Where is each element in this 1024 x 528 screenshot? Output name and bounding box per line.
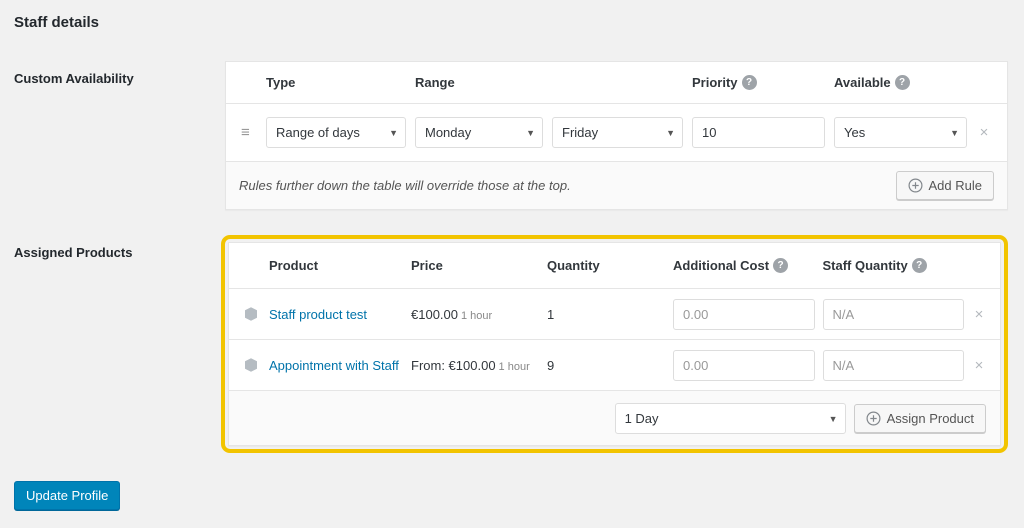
availability-rule-row: ≡ Range of days ▼ Monday ▼ Friday ▼ 10 Y… <box>226 104 1007 162</box>
priority-input[interactable] <box>692 117 825 148</box>
custom-availability-table: Type Range Priority ? Available ? ≡ Rang… <box>225 61 1008 210</box>
column-header-additional-cost: Additional Cost ? <box>673 258 815 273</box>
column-header-staff-quantity: Staff Quantity ? <box>823 258 965 273</box>
chevron-down-icon: ▼ <box>389 128 398 138</box>
chevron-down-icon: ▼ <box>828 413 838 424</box>
available-help-icon[interactable]: ? <box>894 75 910 90</box>
chevron-down-icon: ▼ <box>526 128 535 138</box>
staff-quantity-input[interactable] <box>822 298 964 330</box>
product-row: Staff product test €100.001 hour 1 × <box>229 289 1000 340</box>
staff-quantity-input[interactable] <box>822 349 964 381</box>
staff-quantity-header-label: Staff Quantity <box>822 258 908 273</box>
product-quantity: 9 <box>547 357 555 373</box>
price-amount: From: €100.00 <box>411 357 496 373</box>
column-header-range: Range <box>415 75 455 90</box>
assign-product-label: Assign Product <box>886 410 974 426</box>
column-header-type: Type <box>266 75 296 90</box>
custom-availability-label: Custom Availability <box>14 71 134 86</box>
page-title: Staff details <box>14 14 100 31</box>
form-actions: Update Profile <box>14 481 1008 510</box>
custom-availability-header-row: Type Range Priority ? Available ? <box>226 62 1007 104</box>
remove-product-button[interactable]: × <box>972 307 986 322</box>
remove-product-button[interactable]: × <box>972 358 986 373</box>
additional-cost-help-icon[interactable]: ? <box>773 258 789 273</box>
rule-type-select[interactable]: Range of days ▼ <box>266 117 406 148</box>
staff-details-page: Staff details Custom Availability Type R… <box>0 0 1024 510</box>
yellow-highlight-annotation: Product Price Quantity Additional Cost ?… <box>221 235 1008 453</box>
custom-availability-footer: Rules further down the table will overri… <box>226 162 1007 209</box>
column-header-priority: Priority ? <box>692 75 825 90</box>
chevron-down-icon: ▼ <box>666 128 675 138</box>
custom-availability-content: Type Range Priority ? Available ? ≡ Rang… <box>225 61 1008 210</box>
rule-type-value: Range of days <box>276 125 360 140</box>
column-header-quantity: Quantity <box>547 258 600 273</box>
plus-circle-icon <box>866 410 881 426</box>
range-from-select[interactable]: Monday ▼ <box>415 117 543 148</box>
range-to-select[interactable]: Friday ▼ <box>552 117 683 148</box>
product-row: Appointment with Staff From: €100.00 1 ho… <box>229 340 1000 391</box>
product-price: €100.00 1 hour <box>411 307 539 322</box>
staff-quantity-help-icon[interactable]: ? <box>911 258 927 273</box>
column-header-price: Price <box>411 258 443 273</box>
remove-rule-button[interactable]: × <box>976 125 992 140</box>
available-header-label: Available <box>834 75 891 90</box>
rules-override-note: Rules further down the table will overri… <box>239 178 571 193</box>
product-icon <box>243 357 261 373</box>
range-from-value: Monday <box>425 125 472 140</box>
assigned-products-footer: 1 Day ▼ Assign Product <box>229 391 1000 445</box>
product-link[interactable]: Staff product test <box>269 307 403 322</box>
price-unit: 1 hour <box>461 309 493 322</box>
available-select[interactable]: Yes ▼ <box>834 117 967 148</box>
additional-cost-header-label: Additional Cost <box>673 258 770 273</box>
product-link[interactable]: Appointment with Staff <box>269 358 403 373</box>
product-price: From: €100.00 1 hour <box>411 358 539 373</box>
custom-availability-section: Custom Availability Type Range Priority … <box>14 61 1008 210</box>
chevron-down-icon: ▼ <box>950 128 959 138</box>
priority-help-icon[interactable]: ? <box>741 75 757 90</box>
assigned-products-content: Product Price Quantity Additional Cost ?… <box>221 235 1008 453</box>
priority-header-label: Priority <box>692 75 738 90</box>
price-unit: 1 hour <box>498 360 530 373</box>
add-rule-button[interactable]: Add Rule <box>895 171 994 200</box>
duration-value: 1 Day <box>624 410 659 426</box>
drag-handle-icon[interactable]: ≡ <box>241 124 257 141</box>
assign-product-button[interactable]: Assign Product <box>853 403 986 433</box>
add-rule-label: Add Rule <box>928 178 982 193</box>
additional-cost-input[interactable] <box>673 349 815 381</box>
product-quantity: 1 <box>547 306 555 322</box>
assigned-products-label: Assigned Products <box>14 245 133 260</box>
assigned-products-header-row: Product Price Quantity Additional Cost ?… <box>229 243 1000 289</box>
update-profile-button[interactable]: Update Profile <box>14 481 121 510</box>
assigned-products-table: Product Price Quantity Additional Cost ?… <box>228 242 1001 446</box>
additional-cost-input[interactable] <box>673 298 815 330</box>
product-duration-select[interactable]: 1 Day ▼ <box>614 402 846 434</box>
column-header-available: Available ? <box>834 75 967 90</box>
price-amount: €100.00 <box>411 306 458 322</box>
product-icon <box>243 306 261 322</box>
range-to-value: Friday <box>562 125 599 140</box>
column-header-product: Product <box>269 258 319 273</box>
plus-circle-icon <box>908 178 923 193</box>
assigned-products-section: Assigned Products Product Price Quantity… <box>14 235 1008 453</box>
available-value: Yes <box>844 125 866 140</box>
